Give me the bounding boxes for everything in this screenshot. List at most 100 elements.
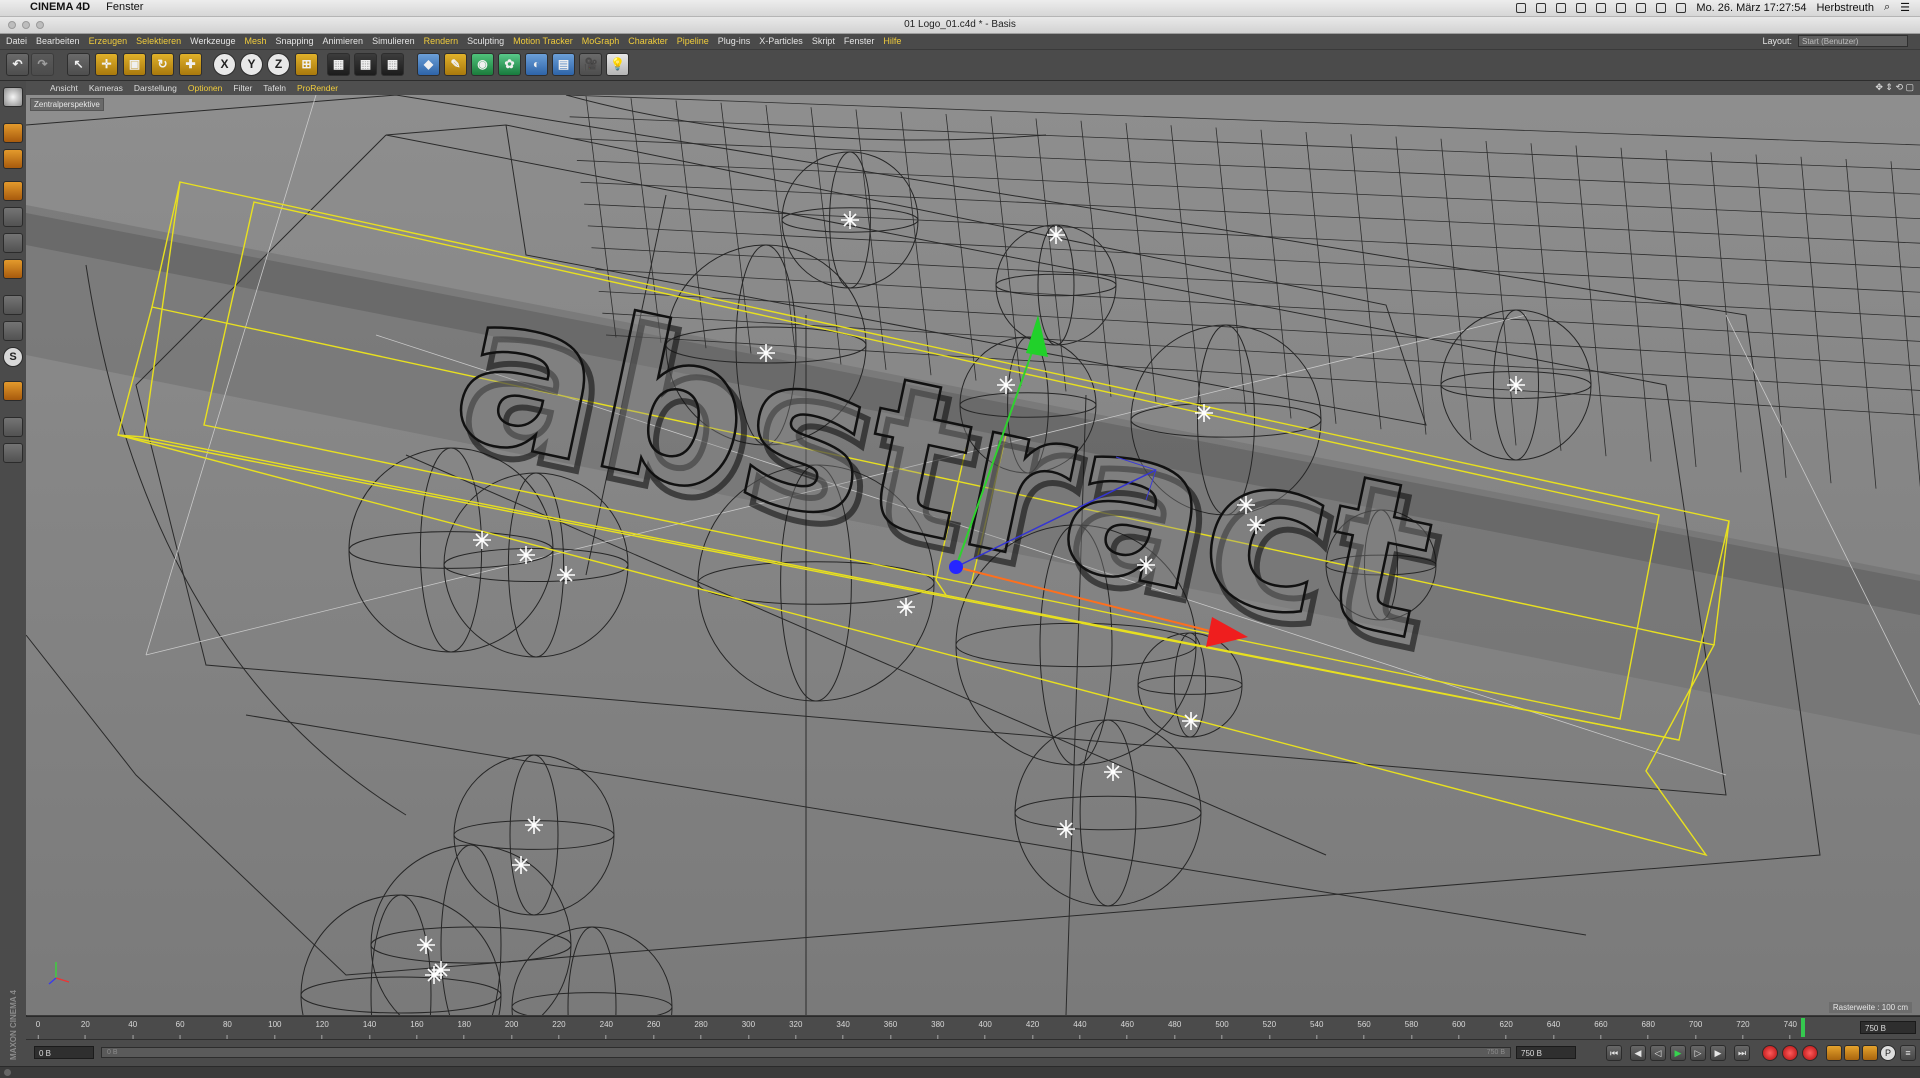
user-name[interactable]: Herbstreuth — [1816, 2, 1873, 14]
next-key-icon[interactable]: ▶ — [1710, 1045, 1726, 1061]
clock[interactable]: Mo. 26. März 17:27:54 — [1696, 2, 1806, 14]
viewport-menu-item-kameras[interactable]: Kameras — [89, 83, 123, 93]
cube-object-icon[interactable]: ◆ — [417, 53, 440, 76]
camera-icon[interactable]: 🎥 — [579, 53, 602, 76]
axis-mode-icon[interactable] — [3, 295, 23, 315]
location-icon[interactable] — [1556, 2, 1567, 13]
preview-range-slider[interactable]: 0 B 750 B — [101, 1047, 1511, 1058]
timeline-ruler[interactable]: 0 20 40 60 80 100 120 140 160 180 200 220 240 260 280 3… — [26, 1016, 1920, 1041]
lock-workplane-icon[interactable] — [3, 417, 23, 437]
current-frame-field[interactable]: 0 B — [34, 1046, 94, 1059]
model-mode-icon[interactable] — [3, 123, 23, 143]
record-parameter-icon[interactable]: P — [1880, 1045, 1896, 1061]
next-frame-icon[interactable]: ▷ — [1690, 1045, 1706, 1061]
viewport-menu-item-filter[interactable]: Filter — [233, 83, 252, 93]
go-to-start-icon[interactable]: ⏮ — [1606, 1045, 1622, 1061]
light-icon[interactable]: 💡 — [606, 53, 629, 76]
app-menu-item-sculpting[interactable]: Sculpting — [467, 36, 504, 46]
array-icon[interactable]: ✿ — [498, 53, 521, 76]
play-forward-icon[interactable]: ▶ — [1670, 1045, 1686, 1061]
move-tool-icon[interactable]: ✛ — [95, 53, 118, 76]
app-menu-item-charakter[interactable]: Charakter — [628, 36, 668, 46]
coordinate-system-icon[interactable]: ⊞ — [295, 53, 318, 76]
app-menu-item-rendern[interactable]: Rendern — [424, 36, 459, 46]
rotate-tool-icon[interactable]: ↻ — [151, 53, 174, 76]
texture-mode-icon[interactable] — [3, 149, 23, 169]
timeline-menu-icon[interactable]: ≡ — [1900, 1045, 1916, 1061]
axis-z-lock-button[interactable]: Z — [267, 53, 290, 76]
select-tool-icon[interactable]: ↖ — [67, 53, 90, 76]
app-menu-item-datei[interactable]: Datei — [6, 36, 27, 46]
volume-icon[interactable] — [1676, 2, 1687, 13]
app-name-menu[interactable]: CINEMA 4D — [30, 1, 90, 13]
app-menu-item-mesh[interactable]: Mesh — [244, 36, 266, 46]
viewport-menu-item-ansicht[interactable]: Ansicht — [50, 83, 78, 93]
timemachine-icon[interactable] — [1616, 2, 1627, 13]
edges-mode-icon[interactable] — [3, 233, 23, 253]
redo-icon[interactable]: ↷ — [31, 53, 54, 76]
app-menu-item-snapping[interactable]: Snapping — [276, 36, 314, 46]
pen-spline-icon[interactable]: ✎ — [444, 53, 467, 76]
window-zoom-button[interactable] — [36, 21, 44, 29]
wifi-icon[interactable] — [1656, 2, 1667, 13]
viewport-3d[interactable]: abstract abstract Zentralperspektive Ras… — [26, 95, 1920, 1015]
viewport-menu-item-darstellung[interactable]: Darstellung — [134, 83, 177, 93]
deformer-icon[interactable]: ◐ — [525, 53, 548, 76]
viewport-nav-icons[interactable]: ✥ ⇕ ⟲ ▢ — [1875, 82, 1914, 93]
dropbox-icon[interactable] — [1576, 2, 1587, 13]
keyframe-selection-icon[interactable] — [1802, 1045, 1818, 1061]
status-icon-1[interactable] — [1516, 2, 1527, 13]
record-active-icon[interactable] — [1762, 1045, 1778, 1061]
previous-frame-icon[interactable]: ◁ — [1650, 1045, 1666, 1061]
tweak-mode-icon[interactable] — [3, 321, 23, 341]
record-position-icon[interactable] — [1826, 1045, 1842, 1061]
display-icon[interactable] — [1596, 2, 1607, 13]
viewport-menu-item-optionen[interactable]: Optionen — [188, 83, 223, 93]
cloud-icon[interactable] — [1536, 2, 1547, 13]
app-menu-item-bearbeiten[interactable]: Bearbeiten — [36, 36, 80, 46]
window-close-button[interactable] — [8, 21, 16, 29]
sculpt-icon[interactable] — [3, 381, 23, 401]
timeline-playhead[interactable] — [1801, 1018, 1806, 1037]
previous-key-icon[interactable]: ◀ — [1630, 1045, 1646, 1061]
axis-x-lock-button[interactable]: X — [213, 53, 236, 76]
app-menu-item-selektieren[interactable]: Selektieren — [136, 36, 181, 46]
app-menu-item-simulieren[interactable]: Simulieren — [372, 36, 415, 46]
workplane-mode-icon[interactable] — [3, 181, 23, 201]
render-settings-icon[interactable]: ▦ — [381, 53, 404, 76]
floor-icon[interactable]: ▤ — [552, 53, 575, 76]
points-mode-icon[interactable] — [3, 207, 23, 227]
viewport-menu-item-prorender[interactable]: ProRender — [297, 83, 338, 93]
mac-menu-fenster[interactable]: Fenster — [106, 1, 143, 13]
render-view-icon[interactable]: ▦ — [327, 53, 350, 76]
app-menu-item-x-particles[interactable]: X-Particles — [759, 36, 803, 46]
camera-name-label[interactable]: Zentralperspektive — [30, 98, 104, 111]
app-menu-item-skript[interactable]: Skript — [812, 36, 835, 46]
app-menu-item-pipeline[interactable]: Pipeline — [677, 36, 709, 46]
app-menu-item-mograph[interactable]: MoGraph — [582, 36, 620, 46]
record-scale-icon[interactable] — [1844, 1045, 1860, 1061]
spotlight-icon[interactable]: ⌕ — [1884, 1, 1890, 14]
go-to-end-icon[interactable]: ⏭ — [1734, 1045, 1750, 1061]
subdivision-icon[interactable]: ◉ — [471, 53, 494, 76]
app-menu-item-erzeugen[interactable]: Erzeugen — [89, 36, 128, 46]
app-menu-item-motion-tracker[interactable]: Motion Tracker — [513, 36, 573, 46]
app-menu-item-werkzeuge[interactable]: Werkzeuge — [190, 36, 235, 46]
record-rotation-icon[interactable] — [1862, 1045, 1878, 1061]
notification-center-icon[interactable]: ☰ — [1900, 1, 1910, 14]
viewport-menu-item-tafeln[interactable]: Tafeln — [263, 83, 286, 93]
app-menu-item-animieren[interactable]: Animieren — [323, 36, 364, 46]
render-picture-viewer-icon[interactable]: ▦ — [354, 53, 377, 76]
scale-tool-icon[interactable]: ▣ — [123, 53, 146, 76]
app-menu-item-plug-ins[interactable]: Plug-ins — [718, 36, 751, 46]
snap-toggle-icon[interactable]: S — [3, 347, 23, 367]
polygons-mode-icon[interactable] — [3, 259, 23, 279]
app-menu-item-fenster[interactable]: Fenster — [844, 36, 875, 46]
bluetooth-icon[interactable] — [1636, 2, 1647, 13]
recent-tool-icon[interactable]: ✚ — [179, 53, 202, 76]
autokey-icon[interactable] — [1782, 1045, 1798, 1061]
layout-select[interactable]: Start (Benutzer) — [1798, 35, 1908, 47]
end-frame-field[interactable]: 750 B — [1516, 1046, 1576, 1059]
app-menu-item-hilfe[interactable]: Hilfe — [883, 36, 901, 46]
axis-y-lock-button[interactable]: Y — [240, 53, 263, 76]
